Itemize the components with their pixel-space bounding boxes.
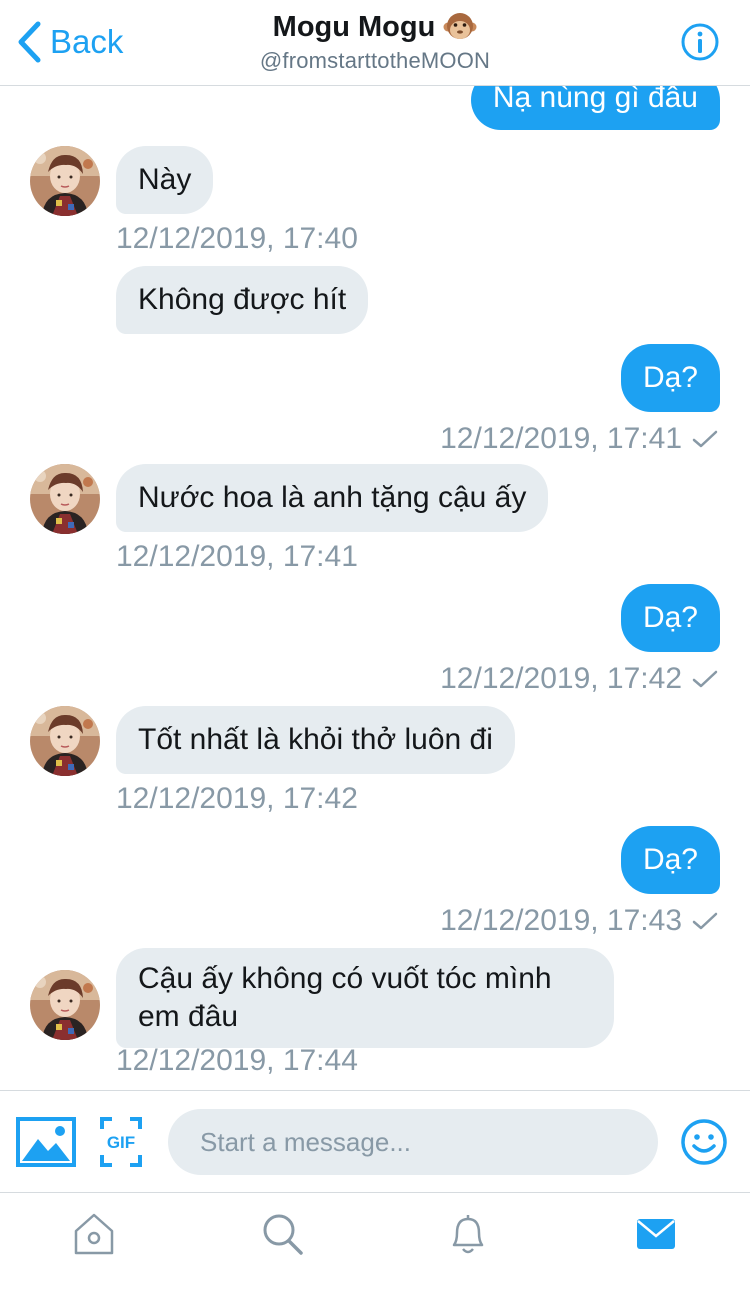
incoming-message[interactable]: Không được hít bbox=[116, 266, 369, 334]
message-timestamp: 12/12/2019, 17:42 bbox=[116, 782, 358, 815]
conversation-handle: @fromstarttotheMOON bbox=[259, 48, 491, 73]
message-timestamp: 12/12/2019, 17:42 bbox=[440, 662, 718, 696]
message-line: Cậu ấy không có vuốt tóc mình bbox=[138, 962, 552, 995]
avatar[interactable] bbox=[30, 464, 100, 534]
back-button[interactable]: Back bbox=[16, 20, 123, 64]
message-timestamp: 12/12/2019, 17:41 bbox=[440, 422, 718, 456]
message-timestamp: 12/12/2019, 17:41 bbox=[116, 540, 358, 573]
message-timestamp: 12/12/2019, 17:40 bbox=[116, 222, 358, 255]
message-composer: GIF bbox=[0, 1090, 750, 1192]
outgoing-message[interactable]: Dạ? bbox=[620, 826, 720, 894]
timestamp-text: 12/12/2019, 17:41 bbox=[440, 422, 682, 455]
outgoing-message[interactable]: Dạ? bbox=[620, 344, 720, 412]
avatar[interactable] bbox=[30, 970, 100, 1040]
gif-label: GIF bbox=[107, 1133, 135, 1152]
timestamp-text: 12/12/2019, 17:42 bbox=[440, 662, 682, 695]
gif-button[interactable]: GIF bbox=[100, 1117, 142, 1167]
incoming-message[interactable]: Cậu ấy không có vuốt tóc mình em đâu bbox=[116, 948, 614, 1048]
back-label: Back bbox=[50, 23, 124, 60]
chevron-left-icon bbox=[18, 21, 41, 63]
message-timestamp: 12/12/2019, 17:44 bbox=[116, 1044, 358, 1077]
checkmark-icon bbox=[692, 430, 718, 448]
emoji-icon[interactable] bbox=[680, 1118, 728, 1166]
conversation-title-block[interactable]: Mogu Mogu @fromstarttotheMOON bbox=[175, 10, 575, 74]
gif-icon: GIF bbox=[100, 1117, 142, 1167]
incoming-message[interactable]: Nước hoa là anh tặng cậu ấy bbox=[116, 464, 549, 532]
checkmark-icon bbox=[692, 912, 718, 930]
image-icon[interactable] bbox=[16, 1117, 76, 1167]
messages-icon[interactable] bbox=[634, 1211, 678, 1257]
outgoing-message[interactable]: Dạ? bbox=[620, 584, 720, 652]
conversation-title: Mogu Mogu bbox=[272, 10, 436, 43]
incoming-message[interactable]: Này bbox=[116, 146, 214, 214]
avatar[interactable] bbox=[30, 146, 100, 216]
checkmark-icon bbox=[692, 670, 718, 688]
incoming-message[interactable]: Tốt nhất là khỏi thở luôn đi bbox=[116, 706, 515, 774]
tab-bar bbox=[0, 1192, 750, 1292]
message-thread[interactable]: Nạ nùng gì đâu Này 12/12/2019, 17:40 Khô… bbox=[0, 86, 750, 1090]
home-icon[interactable] bbox=[72, 1211, 116, 1257]
outgoing-message[interactable]: Nạ nùng gì đâu bbox=[470, 86, 720, 130]
message-timestamp: 12/12/2019, 17:43 bbox=[440, 904, 718, 938]
monkey-face-icon bbox=[443, 13, 477, 39]
info-icon[interactable] bbox=[680, 22, 720, 62]
timestamp-text: 12/12/2019, 17:43 bbox=[440, 904, 682, 937]
search-icon[interactable] bbox=[260, 1211, 304, 1257]
notifications-icon[interactable] bbox=[446, 1211, 490, 1257]
message-input[interactable] bbox=[168, 1109, 658, 1175]
conversation-header: Back Mogu Mogu @fromstarttotheMOON bbox=[0, 0, 750, 86]
message-line: em đâu bbox=[138, 1000, 239, 1033]
avatar[interactable] bbox=[30, 706, 100, 776]
